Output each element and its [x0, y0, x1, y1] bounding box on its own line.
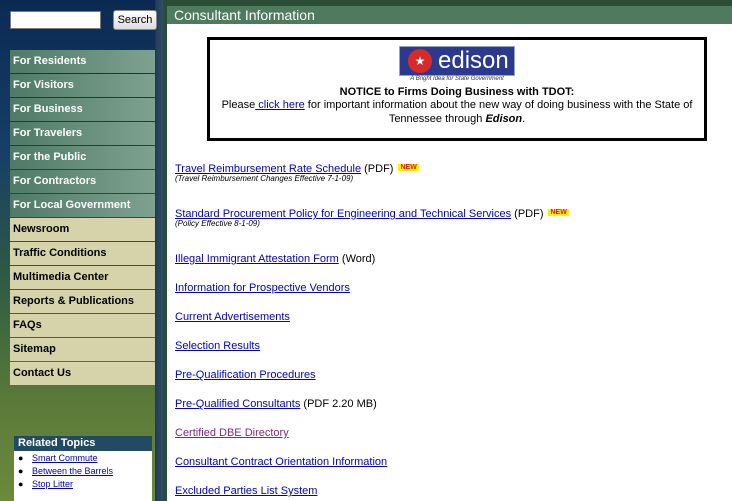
new-badge: NEW — [548, 209, 569, 216]
link-current-advertisements[interactable]: Current Advertisements — [175, 311, 290, 323]
nav-item-newsroom[interactable]: Newsroom — [10, 218, 155, 241]
search-bar: Search — [10, 10, 157, 30]
edison-logo-badge: ★ edison — [399, 46, 515, 76]
link-consultant-contract-orientation-information[interactable]: Consultant Contract Orientation Informat… — [175, 456, 387, 468]
new-badge: NEW — [398, 164, 419, 171]
page-title: Consultant Information — [167, 6, 732, 24]
link-line: Illegal Immigrant Attestation Form (Word… — [175, 253, 375, 265]
link-line: Pre-Qualification Procedures — [175, 369, 316, 381]
related-topics-list: ● Smart Commute ● Between the Barrels ● Stop … — [14, 451, 152, 492]
related-topic-item: ● Smart Commute — [18, 453, 152, 466]
related-topics-box: Related Topics ● Smart Commute ● Between th… — [14, 436, 152, 501]
link-line: Consultant Contract Orientation Informat… — [175, 456, 387, 468]
link-illegal-immigrant-attestation-form[interactable]: Illegal Immigrant Attestation Form — [175, 253, 339, 265]
link-row: Consultant Contract Orientation Informat… — [175, 456, 387, 468]
link-line: Information for Prospective Vendors — [175, 282, 350, 294]
link-file-info: (PDF 2.20 MB) — [300, 398, 377, 410]
related-topic-item: ● Stop Litter — [18, 479, 152, 492]
nav-item-reports-and-publications[interactable]: Reports & Publications — [10, 290, 155, 313]
search-input[interactable] — [10, 11, 101, 29]
link-row: Excluded Parties List System — [175, 485, 317, 497]
link-file-info: (PDF) — [361, 163, 394, 175]
nav-item-for-travelers[interactable]: For Travelers — [10, 122, 155, 145]
link-file-info: (PDF) — [511, 208, 544, 220]
link-line: Selection Results — [175, 340, 260, 352]
link-row: Selection Results — [175, 340, 260, 352]
edison-notice-box: ★ edison A Bright Idea for State Governme… — [207, 37, 707, 141]
nav-item-for-visitors[interactable]: For Visitors — [10, 74, 155, 97]
tennessee-seal-icon: ★ — [408, 49, 432, 73]
nav-item-for-the-public[interactable]: For the Public — [10, 146, 155, 169]
notice-body-end: . — [522, 113, 526, 125]
link-row: Certified DBE Directory — [175, 427, 289, 439]
bullet-icon: ● — [18, 453, 24, 463]
link-certified-dbe-directory[interactable]: Certified DBE Directory — [175, 427, 289, 439]
link-selection-results[interactable]: Selection Results — [175, 340, 260, 352]
nav-item-traffic-conditions[interactable]: Traffic Conditions — [10, 242, 155, 265]
link-line: Certified DBE Directory — [175, 427, 289, 439]
edison-tagline: A Bright Idea for State Government — [410, 76, 504, 82]
link-row: Pre-Qualified Consultants (PDF 2.20 MB) — [175, 398, 377, 410]
link-line: Current Advertisements — [175, 311, 290, 323]
left-column-edge — [155, 0, 163, 501]
link-pre-qualified-consultants[interactable]: Pre-Qualified Consultants — [175, 398, 300, 410]
nav-item-for-contractors[interactable]: For Contractors — [10, 170, 155, 193]
nav-item-for-local-government[interactable]: For Local Government — [10, 194, 155, 217]
link-file-info: (Word) — [338, 253, 376, 265]
click-here-link[interactable]: click here — [255, 99, 304, 111]
notice-heading: NOTICE to Firms Doing Business with TDOT… — [339, 86, 575, 98]
link-excluded-parties-list-system[interactable]: Excluded Parties List System — [175, 485, 317, 497]
link-row: Illegal Immigrant Attestation Form (Word… — [175, 253, 375, 265]
link-row: Travel Reimbursement Rate Schedule (PDF)… — [175, 163, 419, 183]
related-topic-link-between-the-barrels[interactable]: Between the Barrels — [32, 466, 113, 476]
search-button[interactable]: Search — [113, 10, 157, 30]
link-information-for-prospective-vendors[interactable]: Information for Prospective Vendors — [175, 282, 350, 294]
link-line: Pre-Qualified Consultants (PDF 2.20 MB) — [175, 398, 377, 410]
notice-body-lead: Please — [221, 99, 256, 111]
edison-logo-text: edison — [438, 47, 509, 74]
nav-item-for-residents[interactable]: For Residents — [10, 50, 155, 73]
notice-body: Please click here for important informat… — [210, 98, 704, 126]
nav-item-sitemap[interactable]: Sitemap — [10, 338, 155, 361]
link-row: Standard Procurement Policy for Engineer… — [175, 208, 569, 228]
bullet-icon: ● — [18, 479, 24, 489]
related-topic-link-stop-litter[interactable]: Stop Litter — [32, 479, 73, 489]
link-line: Excluded Parties List System — [175, 485, 317, 497]
link-note: (Policy Effective 8-1-09) — [175, 219, 260, 228]
edison-emphasis: Edison — [485, 113, 523, 125]
nav-item-for-business[interactable]: For Business — [10, 98, 155, 121]
nav-item-multimedia-center[interactable]: Multimedia Center — [10, 266, 155, 289]
link-pre-qualification-procedures[interactable]: Pre-Qualification Procedures — [175, 369, 316, 381]
related-topic-item: ● Between the Barrels — [18, 466, 152, 479]
link-row: Pre-Qualification Procedures — [175, 369, 316, 381]
bullet-icon: ● — [18, 466, 24, 476]
link-note: (Travel Reimbursement Changes Effective … — [175, 174, 354, 183]
nav-item-faqs[interactable]: FAQs — [10, 314, 155, 337]
nav-item-contact-us[interactable]: Contact Us — [10, 362, 155, 385]
link-row: Information for Prospective Vendors — [175, 282, 350, 294]
link-row: Current Advertisements — [175, 311, 290, 323]
related-topic-link-smart-commute[interactable]: Smart Commute — [32, 453, 98, 463]
main-content: Consultant Information ★ edison A Bright … — [167, 6, 732, 501]
related-topics-heading: Related Topics — [14, 436, 152, 451]
main-navigation: For Residents For Visitors For Business For… — [10, 50, 155, 386]
